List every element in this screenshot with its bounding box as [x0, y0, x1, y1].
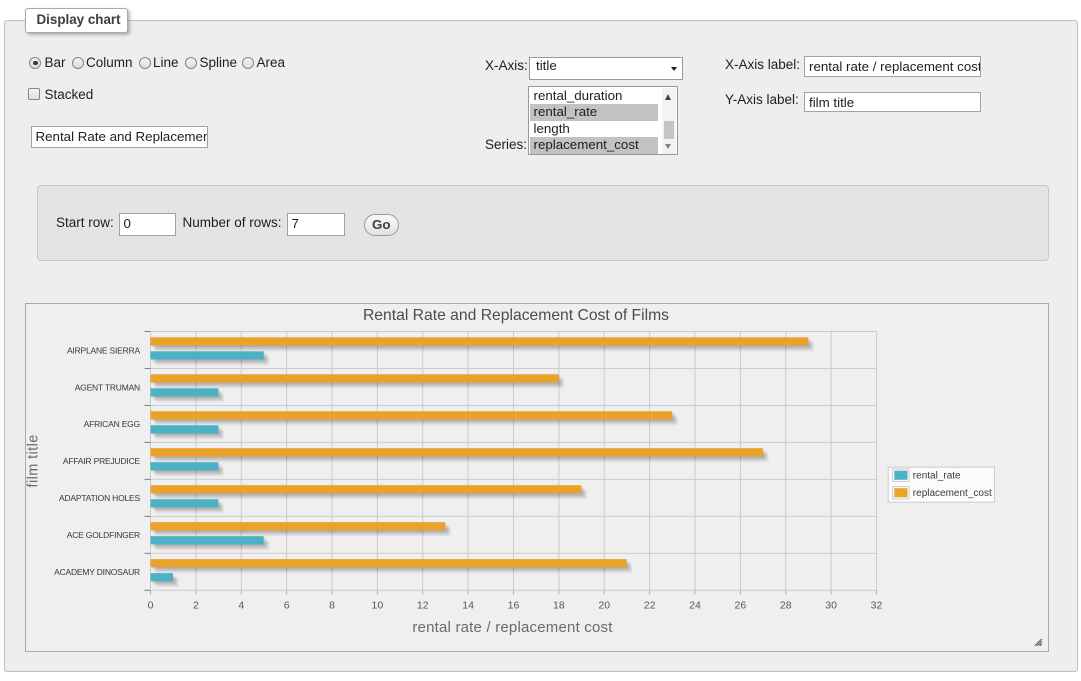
- svg-text:AIRPLANE SIERRA: AIRPLANE SIERRA: [67, 345, 141, 355]
- svg-text:rental rate / replacement cost: rental rate / replacement cost: [412, 619, 613, 636]
- svg-text:AGENT TRUMAN: AGENT TRUMAN: [75, 382, 140, 392]
- svg-text:8: 8: [329, 600, 335, 612]
- svg-text:AFFAIR PREJUDICE: AFFAIR PREJUDICE: [63, 456, 141, 466]
- svg-text:32: 32: [871, 600, 883, 612]
- svg-text:24: 24: [689, 600, 701, 612]
- svg-text:4: 4: [238, 600, 244, 612]
- svg-text:film title: film title: [26, 434, 42, 487]
- svg-text:20: 20: [598, 600, 610, 612]
- svg-text:30: 30: [825, 600, 837, 612]
- svg-text:12: 12: [417, 600, 429, 612]
- svg-text:ADAPTATION HOLES: ADAPTATION HOLES: [59, 493, 141, 503]
- svg-text:2: 2: [193, 600, 199, 612]
- svg-text:Rental Rate and Replacement Co: Rental Rate and Replacement Cost of Film…: [363, 307, 669, 324]
- svg-text:replacement_cost: replacement_cost: [913, 488, 992, 499]
- svg-text:18: 18: [553, 600, 565, 612]
- svg-text:0: 0: [148, 600, 154, 612]
- svg-text:AFRICAN EGG: AFRICAN EGG: [84, 419, 140, 429]
- svg-text:22: 22: [644, 600, 656, 612]
- svg-text:10: 10: [372, 600, 384, 612]
- svg-text:14: 14: [462, 600, 474, 612]
- svg-text:ACADEMY DINOSAUR: ACADEMY DINOSAUR: [54, 567, 140, 577]
- svg-text:rental_rate: rental_rate: [913, 471, 961, 482]
- svg-text:26: 26: [735, 600, 747, 612]
- svg-text:28: 28: [780, 600, 792, 612]
- svg-text:16: 16: [508, 600, 520, 612]
- svg-text:ACE GOLDFINGER: ACE GOLDFINGER: [67, 530, 140, 540]
- svg-text:6: 6: [284, 600, 290, 612]
